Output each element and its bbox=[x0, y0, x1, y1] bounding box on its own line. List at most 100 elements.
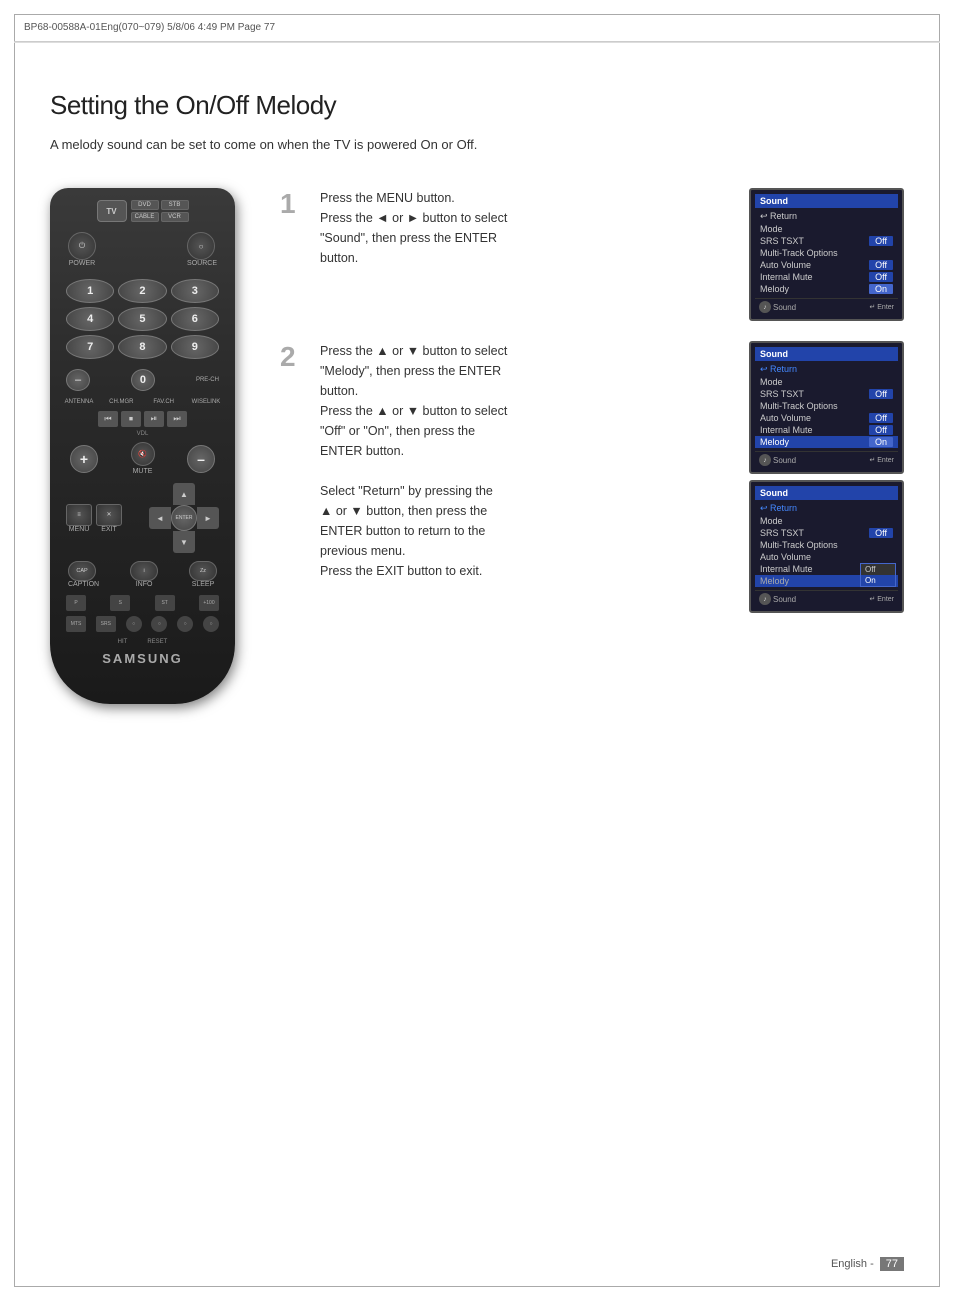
sleep-label: SLEEP bbox=[189, 581, 217, 588]
screen2-mode-label: Mode bbox=[760, 377, 783, 387]
screen3-internalmute-label: Internal Mute bbox=[760, 564, 813, 574]
popup-area: Internal Mute Melody Off On bbox=[755, 563, 898, 587]
pmode-button[interactable]: P bbox=[66, 595, 86, 611]
screen1-enter-label: ↵ Enter bbox=[869, 303, 894, 311]
melody-popup: Off On bbox=[860, 563, 896, 587]
dvd-button[interactable]: DVD bbox=[131, 200, 159, 210]
screen2-autovol-row: Auto Volume Off bbox=[755, 412, 898, 424]
zero-button[interactable]: 0 bbox=[131, 369, 155, 391]
power-button[interactable]: ⏻ bbox=[68, 232, 96, 260]
screen3-title-text: Sound bbox=[760, 488, 788, 498]
main-content: Setting the On/Off Melody A melody sound… bbox=[50, 90, 904, 704]
num-2-button[interactable]: 2 bbox=[118, 279, 166, 303]
screen1-return-row: ↩ Return bbox=[755, 210, 898, 223]
source-label: SOURCE bbox=[187, 260, 217, 267]
stop-button[interactable]: ⏹ bbox=[121, 411, 141, 427]
menu-exit-group: ≡ MENU ✕ EXIT bbox=[66, 504, 122, 533]
screen3-srs-row: SRS TSXT Off bbox=[755, 527, 898, 539]
step-1-text: Press the MENU button. Press the ◄ or ► … bbox=[320, 188, 733, 268]
source-group: DVD STB CABLE VCR bbox=[131, 200, 189, 222]
num-8-button[interactable]: 8 bbox=[118, 335, 166, 359]
vol-plus-button[interactable]: + bbox=[70, 445, 98, 473]
screen3-srs-label: SRS TSXT bbox=[760, 528, 804, 538]
dpad-down-button[interactable]: ▼ bbox=[173, 531, 195, 553]
header-text: BP68-00588A-01Eng(070~079) 5/8/06 4:49 P… bbox=[24, 22, 930, 33]
num-1-button[interactable]: 1 bbox=[66, 279, 114, 303]
circle2-button[interactable]: ○ bbox=[151, 616, 167, 632]
dpad-left-button[interactable]: ◄ bbox=[149, 507, 171, 529]
screen3-autovol-label: Auto Volume bbox=[760, 552, 811, 562]
cable-button[interactable]: CABLE bbox=[131, 212, 159, 222]
screen2-internalmute-label: Internal Mute bbox=[760, 425, 813, 435]
num-4-button[interactable]: 4 bbox=[66, 307, 114, 331]
exit-button[interactable]: ✕ bbox=[96, 504, 122, 526]
screen3-mode-row: Mode bbox=[755, 515, 898, 527]
screen3-footer: ♪ Sound ↵ Enter bbox=[755, 590, 898, 607]
screen2-title: Sound bbox=[755, 347, 898, 361]
speaker-icon-1: ♪ bbox=[759, 301, 771, 313]
chmgr-label: CH.MGR bbox=[106, 399, 136, 405]
screen1-title: Sound bbox=[755, 194, 898, 208]
vdl-label: VDL bbox=[137, 431, 149, 437]
circle4-button[interactable]: ○ bbox=[203, 616, 219, 632]
screen2-internalmute-row: Internal Mute Off bbox=[755, 424, 898, 436]
screen2-srs-value: Off bbox=[869, 389, 893, 399]
screen3-footer-text: Sound bbox=[773, 595, 796, 604]
steps-container: 1 Press the MENU button. Press the ◄ or … bbox=[280, 188, 904, 704]
page-subtitle: A melody sound can be set to come on whe… bbox=[50, 137, 904, 152]
menu-button[interactable]: ≡ bbox=[66, 504, 92, 526]
screen1-internalmute-row: Internal Mute Off bbox=[755, 271, 898, 283]
play-pause-button[interactable]: ⏯ bbox=[144, 411, 164, 427]
screen2-melody-value: On bbox=[869, 437, 893, 447]
caption-button[interactable]: CAP bbox=[68, 561, 96, 581]
reset-label: RESET bbox=[147, 639, 167, 645]
screen3-footer-label: ♪ Sound bbox=[759, 593, 796, 605]
antenna-label: ANTENNA bbox=[64, 399, 94, 405]
mts-button[interactable]: MTS bbox=[66, 616, 86, 632]
dash-button[interactable]: – bbox=[66, 369, 90, 391]
plus100-button[interactable]: +100 bbox=[199, 595, 219, 611]
tv-button[interactable]: TV bbox=[97, 200, 127, 222]
screen2-srs-row: SRS TSXT Off bbox=[755, 388, 898, 400]
power-source-row: ⏻ POWER ○ SOURCE bbox=[60, 228, 225, 271]
rew-button[interactable]: ⏮ bbox=[98, 411, 118, 427]
content-row: TV DVD STB CABLE VCR bbox=[50, 188, 904, 704]
screen1-autovol-label: Auto Volume bbox=[760, 260, 811, 270]
remote-control: TV DVD STB CABLE VCR bbox=[50, 188, 235, 704]
still-button[interactable]: ST bbox=[155, 595, 175, 611]
screen2-autovol-label: Auto Volume bbox=[760, 413, 811, 423]
power-label: POWER bbox=[68, 260, 96, 267]
screen1-melody-value: On bbox=[869, 284, 893, 294]
hit-reset-row: HIT RESET bbox=[60, 639, 225, 645]
antenna-row: ANTENNA CH.MGR FAV.CH WISELINK bbox=[60, 397, 225, 407]
dpad-right-button[interactable]: ► bbox=[197, 507, 219, 529]
dpad-up-button[interactable]: ▲ bbox=[173, 483, 195, 505]
caption-row: CAP CAPTION i INFO Zz SLEEP bbox=[60, 559, 225, 590]
screen2-melody-row: Melody On bbox=[755, 436, 898, 448]
num-9-button[interactable]: 9 bbox=[171, 335, 219, 359]
num-3-button[interactable]: 3 bbox=[171, 279, 219, 303]
mute-button[interactable]: 🔇 bbox=[131, 442, 155, 466]
smode-button[interactable]: S bbox=[110, 595, 130, 611]
source-button[interactable]: ○ bbox=[187, 232, 215, 260]
circle3-button[interactable]: ○ bbox=[177, 616, 193, 632]
screen3-enter-label: ↵ Enter bbox=[869, 595, 894, 603]
dpad-section: ≡ MENU ✕ EXIT ▲ ◄ ENTER ► ▼ bbox=[60, 481, 225, 555]
vol-minus-button[interactable]: – bbox=[187, 445, 215, 473]
srs-button[interactable]: SRS bbox=[96, 616, 116, 632]
circle1-button[interactable]: ○ bbox=[126, 616, 142, 632]
vol-ch-row: + 🔇 MUTE – bbox=[60, 440, 225, 477]
hit-label: HIT bbox=[118, 639, 128, 645]
stb-button[interactable]: STB bbox=[161, 200, 189, 210]
vcr-button[interactable]: VCR bbox=[161, 212, 189, 222]
ff-button[interactable]: ⏭ bbox=[167, 411, 187, 427]
num-7-button[interactable]: 7 bbox=[66, 335, 114, 359]
screen3-return-row: ↩ Return bbox=[755, 502, 898, 515]
info-button[interactable]: i bbox=[130, 561, 158, 581]
enter-button[interactable]: ENTER bbox=[171, 505, 197, 531]
sleep-button[interactable]: Zz bbox=[189, 561, 217, 581]
exit-label: EXIT bbox=[96, 526, 122, 533]
num-5-button[interactable]: 5 bbox=[118, 307, 166, 331]
num-6-button[interactable]: 6 bbox=[171, 307, 219, 331]
screen3-multitrack-row: Multi-Track Options bbox=[755, 539, 898, 551]
